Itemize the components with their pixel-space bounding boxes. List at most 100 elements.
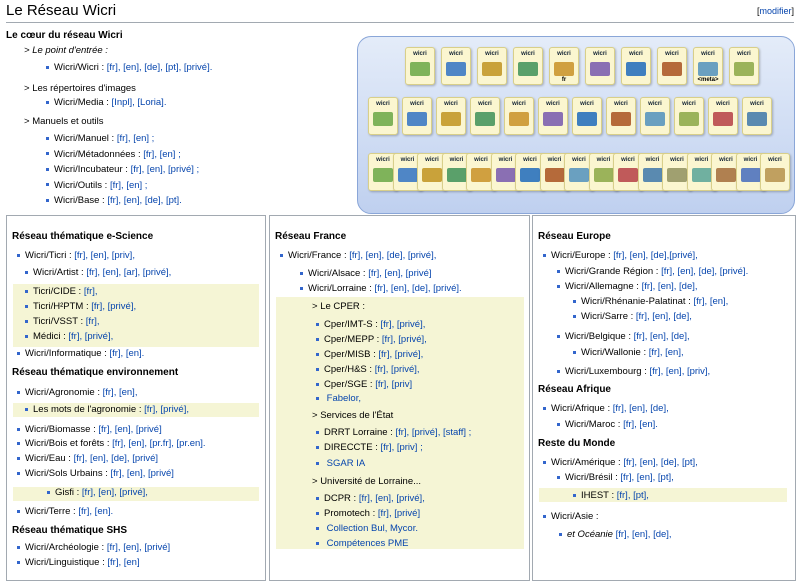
item-links[interactable]: [fr], [en], [de], [privé]. bbox=[375, 283, 462, 294]
item-links[interactable]: [fr], [privé], [staff] ; bbox=[395, 427, 471, 438]
item-links[interactable]: [fr], [privé], bbox=[375, 364, 420, 375]
item-links[interactable]: [fr], [en], [pr.fr], [pr.en]. bbox=[112, 438, 205, 449]
item-links[interactable]: Fabelor, bbox=[327, 393, 361, 404]
item-links[interactable]: [fr], [en], [de], [privé] bbox=[74, 453, 158, 464]
collage-tile[interactable]: wicri bbox=[538, 97, 568, 135]
item-links[interactable]: [fr], [en], [de], [privé], bbox=[349, 250, 436, 261]
collage-tile[interactable]: wicri bbox=[436, 97, 466, 135]
item-links[interactable]: [fr], [en], [privé], bbox=[82, 487, 148, 498]
item-links[interactable]: [fr], [en], [privé] ; bbox=[131, 164, 200, 175]
list-item: SGAR IA bbox=[316, 458, 365, 469]
bullet-icon bbox=[316, 461, 319, 465]
item-links[interactable]: [fr], [en], [de], [pt], bbox=[623, 457, 697, 468]
item-links[interactable]: [Inpl], [Loria]. bbox=[112, 97, 167, 108]
item-links[interactable]: [fr], [priv] bbox=[375, 379, 412, 390]
bullet-icon bbox=[17, 351, 20, 355]
item-links[interactable]: [fr], [en] ; bbox=[143, 149, 181, 160]
wicri-network-collage[interactable]: wicri wicri wicri wicri wicri fr wicri wicri wic… bbox=[357, 36, 795, 214]
item-links[interactable]: [fr], [en], [de], bbox=[613, 403, 669, 414]
collage-tile[interactable]: wicri bbox=[470, 97, 500, 135]
item-links[interactable]: SGAR IA bbox=[327, 458, 366, 469]
item-links[interactable]: [fr], [priv] ; bbox=[380, 442, 422, 453]
bullet-icon bbox=[557, 334, 560, 338]
collage-tile[interactable]: wicri bbox=[513, 47, 543, 85]
collage-tile[interactable]: wicri bbox=[674, 97, 704, 135]
univ-label-text: Université de Lorraine... bbox=[320, 476, 422, 487]
item-links[interactable]: [fr], [en], [privé] bbox=[107, 542, 170, 553]
collage-tile[interactable]: wicri bbox=[640, 97, 670, 135]
edit-link[interactable]: [modifier] bbox=[757, 6, 794, 16]
edit-link-text[interactable]: modifier bbox=[759, 6, 791, 16]
item-links[interactable]: [fr], [en]. bbox=[109, 348, 144, 359]
item-links[interactable]: [fr], [en], bbox=[103, 387, 138, 398]
collage-tile[interactable]: wicri bbox=[572, 97, 602, 135]
item-links[interactable]: [fr], [en], [de], bbox=[642, 281, 698, 292]
item-links[interactable]: [fr], [en], [privé] bbox=[111, 468, 174, 479]
item-links[interactable]: [fr], [en], bbox=[693, 296, 728, 307]
collage-tile[interactable]: wicri fr bbox=[549, 47, 579, 85]
item-links[interactable]: Compétences PME bbox=[327, 538, 409, 549]
item-links[interactable]: [fr], [en]. bbox=[623, 419, 658, 430]
item-links[interactable]: [fr], [en] ; bbox=[117, 133, 155, 144]
item-links[interactable]: [fr], [en], [privé] bbox=[98, 424, 161, 435]
item-name: Wicri/Linguistique : bbox=[25, 557, 105, 568]
bullet-icon bbox=[557, 284, 560, 288]
collage-tile[interactable]: wicri bbox=[606, 97, 636, 135]
item-links[interactable]: [fr], [privé], bbox=[144, 404, 189, 415]
item-links[interactable]: [fr], [privé], bbox=[91, 301, 136, 312]
item-links[interactable]: [fr], [privé], bbox=[382, 334, 427, 345]
item-links[interactable]: [fr], [en], [de], bbox=[634, 331, 690, 342]
item-links[interactable]: [fr], [en], [priv], bbox=[649, 366, 710, 377]
item-links[interactable]: [fr], [en], [privé], bbox=[359, 493, 425, 504]
list-item: Wicri/Agronomie : [fr], [en], bbox=[17, 387, 137, 398]
tile-wicri-text: wicri bbox=[694, 157, 709, 163]
collage-tile[interactable]: wicri bbox=[585, 47, 615, 85]
item-links[interactable]: [fr], [en], [de], bbox=[616, 529, 672, 540]
item-links[interactable]: [fr], [en], [de], [pt], [privé]. bbox=[107, 62, 213, 73]
collage-tile[interactable]: wicri bbox=[657, 47, 687, 85]
item-links[interactable]: [fr], [en] bbox=[107, 557, 139, 568]
item-links[interactable]: [fr], [en], [de], [pt]. bbox=[107, 195, 181, 206]
item-links[interactable]: [fr], [privé], bbox=[380, 319, 425, 330]
item-links[interactable]: [fr], [pt], bbox=[617, 490, 649, 501]
item-links[interactable]: [fr], [en], [ar], [privé], bbox=[86, 267, 171, 278]
item-links[interactable]: [fr], [en] ; bbox=[110, 180, 148, 191]
collage-tile[interactable]: wicri bbox=[441, 47, 471, 85]
collage-tile[interactable]: wicri bbox=[477, 47, 507, 85]
title-divider bbox=[6, 22, 794, 23]
item-links[interactable]: Collection Bul, Mycor. bbox=[327, 523, 418, 534]
collage-tile[interactable]: wicri bbox=[504, 97, 534, 135]
collage-tile[interactable]: wicri bbox=[402, 97, 432, 135]
collage-tile[interactable]: wicri bbox=[729, 47, 759, 85]
tile-wicri-text: wicri bbox=[645, 157, 660, 163]
tile-wicri-text: wicri bbox=[557, 51, 571, 57]
tile-wicri-text: wicri bbox=[478, 101, 492, 107]
item-links[interactable]: [fr], [en], [pt], bbox=[620, 472, 673, 483]
collage-tile[interactable]: wicri bbox=[760, 153, 790, 191]
item-links[interactable]: [fr], bbox=[84, 286, 98, 297]
collage-tile[interactable]: wicri bbox=[621, 47, 651, 85]
item-links[interactable]: [fr], [privé] bbox=[378, 508, 420, 519]
item-links[interactable]: [fr], [en], [priv], bbox=[74, 250, 135, 261]
tile-image bbox=[626, 62, 646, 76]
tile-wicri-text: wicri bbox=[444, 101, 458, 107]
item-links[interactable]: [fr], [privé], bbox=[378, 349, 423, 360]
collage-tile[interactable]: wicri <meta> bbox=[693, 47, 723, 85]
item-links[interactable]: [fr], [privé], bbox=[68, 331, 113, 342]
collage-tile[interactable]: wicri bbox=[405, 47, 435, 85]
collage-tile[interactable]: wicri bbox=[368, 97, 398, 135]
collage-tile[interactable]: wicri bbox=[742, 97, 772, 135]
collage-tile[interactable]: wicri bbox=[708, 97, 738, 135]
item-links[interactable]: [fr], [en]. bbox=[78, 506, 113, 517]
item-links[interactable]: [fr], [en], [de], bbox=[636, 311, 692, 322]
item-name: Wicri/Wallonie : bbox=[581, 347, 647, 358]
item-links[interactable]: [fr], [en], [de],[privé], bbox=[613, 250, 697, 261]
item-links[interactable]: [fr], bbox=[86, 316, 100, 327]
item-name: Gisfi : bbox=[55, 487, 80, 498]
list-item: DCPR : [fr], [en], [privé], bbox=[316, 493, 425, 504]
tile-image bbox=[716, 168, 736, 182]
item-links[interactable]: [fr], [en], bbox=[649, 347, 684, 358]
item-links[interactable]: [fr], [en], [privé] bbox=[368, 268, 431, 279]
item-links[interactable]: [fr], [en], [de], [privé]. bbox=[661, 266, 748, 277]
item-name: Wicri/Ticri : bbox=[25, 250, 72, 261]
